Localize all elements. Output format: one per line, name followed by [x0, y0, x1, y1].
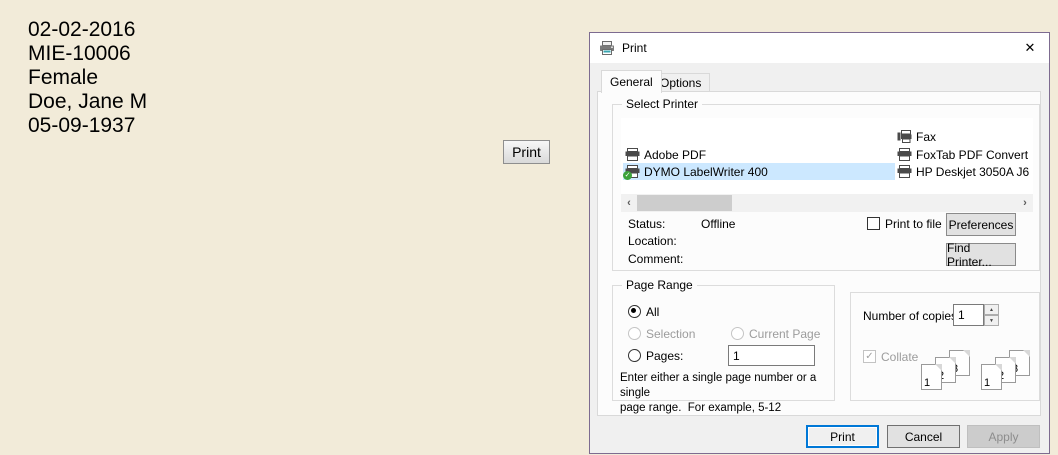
patient-dob: 05-09-1937 [28, 114, 147, 138]
preferences-button[interactable]: Preferences [946, 213, 1016, 236]
select-printer-legend: Select Printer [622, 97, 702, 111]
spin-down-icon[interactable]: ▼ [984, 315, 999, 326]
collate-checkbox: ✓ [863, 350, 876, 363]
select-printer-group: Select Printer Fax [612, 104, 1040, 271]
printer-item-fax[interactable]: Fax [895, 128, 1033, 145]
radio-all-label: All [646, 305, 659, 319]
patient-date: 02-02-2016 [28, 18, 147, 42]
print-dialog: Print ✕ General Options Select Printer [589, 32, 1050, 454]
printer-icon [897, 165, 912, 178]
patient-name: Doe, Jane M [28, 90, 147, 114]
page-range-legend: Page Range [622, 278, 697, 292]
pages-input[interactable] [728, 345, 815, 366]
dialog-titlebar: Print ✕ [590, 33, 1049, 63]
default-printer-badge-icon: ✓ [623, 171, 632, 180]
spin-buttons: ▲ ▼ [984, 304, 999, 326]
fax-icon [897, 130, 912, 143]
radio-all[interactable] [628, 305, 641, 318]
collate-icon: 3 2 1 [921, 350, 973, 392]
radio-current-page-label: Current Page [749, 327, 820, 341]
page-range-hint: Enter either a single page number or a s… [620, 371, 836, 416]
copies-group: Number of copies: ▲ ▼ ✓ Collate 3 2 1 3 … [850, 292, 1040, 401]
collate-label: Collate [881, 350, 918, 364]
printer-name: DYMO LabelWriter 400 [644, 165, 768, 179]
printer-list-hscrollbar[interactable]: ‹ › [621, 194, 1033, 212]
printer-item-dymo-selected[interactable]: ✓ DYMO LabelWriter 400 [623, 163, 895, 180]
collate-page-number: 1 [924, 377, 930, 389]
copies-input[interactable] [953, 304, 984, 326]
scroll-right-icon[interactable]: › [1017, 194, 1033, 212]
spin-up-icon[interactable]: ▲ [984, 304, 999, 315]
radio-pages[interactable] [628, 349, 641, 362]
scrollbar-thumb[interactable] [637, 195, 732, 211]
printer-item-foxtab[interactable]: FoxTab PDF Convert [895, 146, 1033, 163]
radio-current-page [731, 327, 744, 340]
copies-spinner: ▲ ▼ [953, 304, 999, 326]
printer-icon [625, 148, 640, 161]
printer-icon [599, 40, 615, 56]
dialog-title: Print [622, 41, 647, 55]
print-to-file-label: Print to file [885, 217, 942, 231]
print-to-file-checkbox[interactable] [867, 217, 880, 230]
printer-name: Fax [916, 130, 936, 144]
radio-pages-label: Pages: [646, 349, 683, 363]
status-value: Offline [701, 217, 735, 231]
tab-general[interactable]: General [601, 70, 662, 93]
radio-selection [628, 327, 641, 340]
comment-label: Comment: [628, 252, 683, 266]
collate-icon: 3 2 1 [981, 350, 1033, 392]
radio-selection-label: Selection [646, 327, 695, 341]
page-range-group: Page Range All Selection Current Page Pa… [612, 285, 835, 401]
patient-id: MIE-10006 [28, 42, 147, 66]
printer-item-hp-deskjet[interactable]: HP Deskjet 3050A J6 [895, 163, 1033, 180]
dialog-cancel-button[interactable]: Cancel [887, 425, 960, 448]
patient-sex: Female [28, 66, 147, 90]
patient-info-block: 02-02-2016 MIE-10006 Female Doe, Jane M … [28, 18, 147, 138]
printer-list: Fax Adobe PDF [621, 118, 1033, 212]
dialog-print-button[interactable]: Print [806, 425, 879, 448]
printer-name: HP Deskjet 3050A J6 [916, 165, 1029, 179]
status-label: Status: [628, 217, 665, 231]
page-print-button[interactable]: Print [503, 140, 550, 164]
printer-item-adobe-pdf[interactable]: Adobe PDF [623, 146, 895, 163]
find-printer-button[interactable]: Find Printer... [946, 243, 1016, 266]
close-icon[interactable]: ✕ [1022, 40, 1038, 56]
printer-name: Adobe PDF [644, 148, 706, 162]
printer-icon: ✓ [625, 165, 640, 178]
number-of-copies-label: Number of copies: [863, 309, 960, 323]
scroll-left-icon[interactable]: ‹ [621, 194, 637, 212]
printer-icon [897, 148, 912, 161]
location-label: Location: [628, 234, 677, 248]
collate-page-number: 1 [984, 377, 990, 389]
printer-name: FoxTab PDF Convert [916, 148, 1028, 162]
dialog-apply-button: Apply [967, 425, 1040, 448]
tab-page-general: Select Printer Fax [597, 91, 1041, 416]
